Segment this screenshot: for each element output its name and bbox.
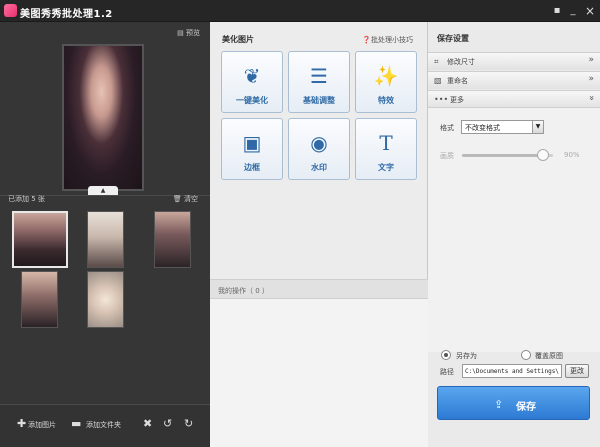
tulip-icon: ❦: [243, 64, 261, 88]
dropdown-arrow-icon: ▼: [532, 121, 543, 133]
accordion-rename[interactable]: ▧ 重命名 »: [428, 71, 600, 89]
window-title: 美图秀秀批处理1.2: [20, 9, 113, 20]
tool-effects[interactable]: ✨ 特效: [355, 51, 417, 113]
format-label: 格式: [440, 124, 454, 132]
frame-icon: ▣: [242, 131, 262, 155]
thumbnail-4[interactable]: [21, 271, 58, 328]
more-settings-body: [428, 107, 600, 352]
rotate-left-icon[interactable]: ↺: [163, 417, 172, 430]
thumbnail-1[interactable]: [12, 211, 68, 268]
collapse-toggle[interactable]: ▲: [88, 186, 118, 195]
tool-watermark[interactable]: ◉ 水印: [288, 118, 350, 180]
help-icon: ❓: [362, 36, 371, 44]
preview-button[interactable]: ▤ 预览: [177, 28, 200, 38]
close-button[interactable]: ×: [582, 3, 598, 19]
save-icon: ⇪: [494, 398, 504, 411]
operations-label: 我的操作（ 0 ）: [218, 287, 269, 295]
accordion-resize[interactable]: ⌗ 修改尺寸 »: [428, 52, 600, 70]
thumbnail-5[interactable]: [87, 271, 124, 328]
thumbnail-3[interactable]: [154, 211, 191, 268]
add-folder-button[interactable]: 添加文件夹: [86, 420, 121, 430]
trash-icon: 🗑: [172, 195, 184, 203]
tool-basic-adjust[interactable]: ☰ 基础调整: [288, 51, 350, 113]
added-count-label: 已添加 5 张: [8, 195, 45, 203]
magic-wand-icon: ✨: [373, 64, 399, 88]
sliders-icon: ☰: [310, 64, 328, 88]
rotate-right-icon[interactable]: ↻: [184, 417, 193, 430]
accordion-more[interactable]: ••• 更多 »: [428, 90, 600, 108]
rename-icon: ▧: [434, 76, 442, 85]
folder-icon: ▬: [71, 417, 82, 430]
quality-slider-thumb[interactable]: [537, 149, 549, 161]
path-input[interactable]: C:\Documents and Settings\: [462, 364, 562, 378]
app-logo-icon: [4, 4, 17, 17]
tool-frame[interactable]: ▣ 边框: [221, 118, 283, 180]
save-settings-panel: 保存设置 ⌗ 修改尺寸 » ▧ 重命名 » ••• 更多 » 格式 不改变格式 …: [428, 22, 600, 447]
clear-button[interactable]: 🗑 清空: [173, 194, 198, 204]
preview-image: [62, 44, 144, 191]
tips-link[interactable]: ❓批处理小技巧: [362, 35, 413, 45]
image-list-panel: ▤ 预览 ▲ 已添加 5 张 🗑 清空 ✚ 添加图片 ▬ 添加文件夹 ✖ ↺ ↻: [0, 22, 210, 447]
double-chevron-right-icon: »: [588, 74, 594, 84]
quality-label: 画质: [440, 152, 454, 160]
quality-slider-fill: [462, 154, 544, 157]
menu-icon[interactable]: ▪: [549, 3, 565, 19]
thumbnail-2[interactable]: [87, 211, 124, 268]
tool-text[interactable]: T 文字: [355, 118, 417, 180]
crop-icon: ⌗: [434, 57, 439, 66]
add-icon: ✚: [17, 417, 27, 430]
overwrite-radio[interactable]: [521, 350, 531, 360]
format-select[interactable]: 不改变格式 ▼: [461, 120, 544, 134]
left-toolbar: ✚ 添加图片 ▬ 添加文件夹 ✖ ↺ ↻: [0, 404, 210, 447]
minimize-button[interactable]: _: [565, 3, 581, 19]
path-label: 路径: [440, 368, 454, 376]
tool-one-click-beautify[interactable]: ❦ 一键美化: [221, 51, 283, 113]
save-as-radio[interactable]: [441, 350, 451, 360]
title-bar: 美图秀秀批处理1.2 ▪ _ ×: [0, 0, 600, 22]
add-image-button[interactable]: 添加图片: [28, 420, 56, 430]
text-icon: T: [379, 131, 393, 155]
caret-up-icon: ▲: [100, 187, 106, 194]
section-title: 美化图片: [222, 35, 254, 44]
double-chevron-down-icon: »: [586, 95, 597, 101]
change-path-button[interactable]: 更改: [565, 364, 589, 378]
double-chevron-right-icon: »: [588, 55, 594, 65]
preview-icon: ▤: [177, 29, 186, 37]
quality-value: 90%: [564, 151, 580, 159]
save-settings-title: 保存设置: [437, 34, 469, 43]
operations-list: [210, 299, 428, 447]
save-button[interactable]: ⇪ 保存: [437, 386, 590, 420]
beautify-panel: 美化图片 ❓批处理小技巧 ❦ 一键美化 ☰ 基础调整 ✨ 特效 ▣ 边框 ◉ 水…: [210, 22, 428, 447]
more-icon: •••: [434, 95, 449, 104]
save-as-label: 另存为: [456, 352, 477, 360]
overwrite-label: 覆盖原图: [535, 352, 563, 360]
delete-icon[interactable]: ✖: [143, 417, 152, 430]
watermark-icon: ◉: [310, 131, 328, 155]
operations-bar: 我的操作（ 0 ）: [210, 279, 428, 299]
